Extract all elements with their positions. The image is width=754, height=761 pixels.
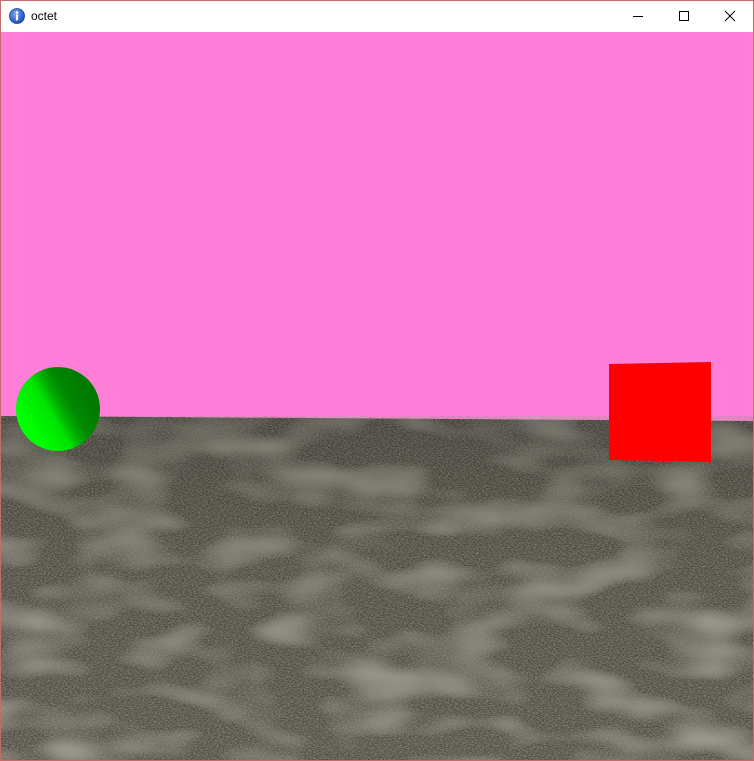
red-cube[interactable] xyxy=(609,362,711,462)
info-icon xyxy=(9,8,25,24)
close-button[interactable] xyxy=(707,1,753,31)
minimize-button[interactable] xyxy=(615,1,661,31)
scene-canvas xyxy=(1,32,753,760)
green-sphere[interactable] xyxy=(16,367,100,451)
close-icon xyxy=(724,10,736,22)
ground xyxy=(1,416,753,760)
game-viewport[interactable] xyxy=(1,32,753,760)
window-controls xyxy=(615,1,753,31)
app-window: octet xyxy=(0,0,754,761)
maximize-button[interactable] xyxy=(661,1,707,31)
title-bar[interactable]: octet xyxy=(1,1,753,31)
minimize-icon xyxy=(633,16,643,17)
window-title: octet xyxy=(31,9,58,23)
maximize-icon xyxy=(679,11,689,21)
